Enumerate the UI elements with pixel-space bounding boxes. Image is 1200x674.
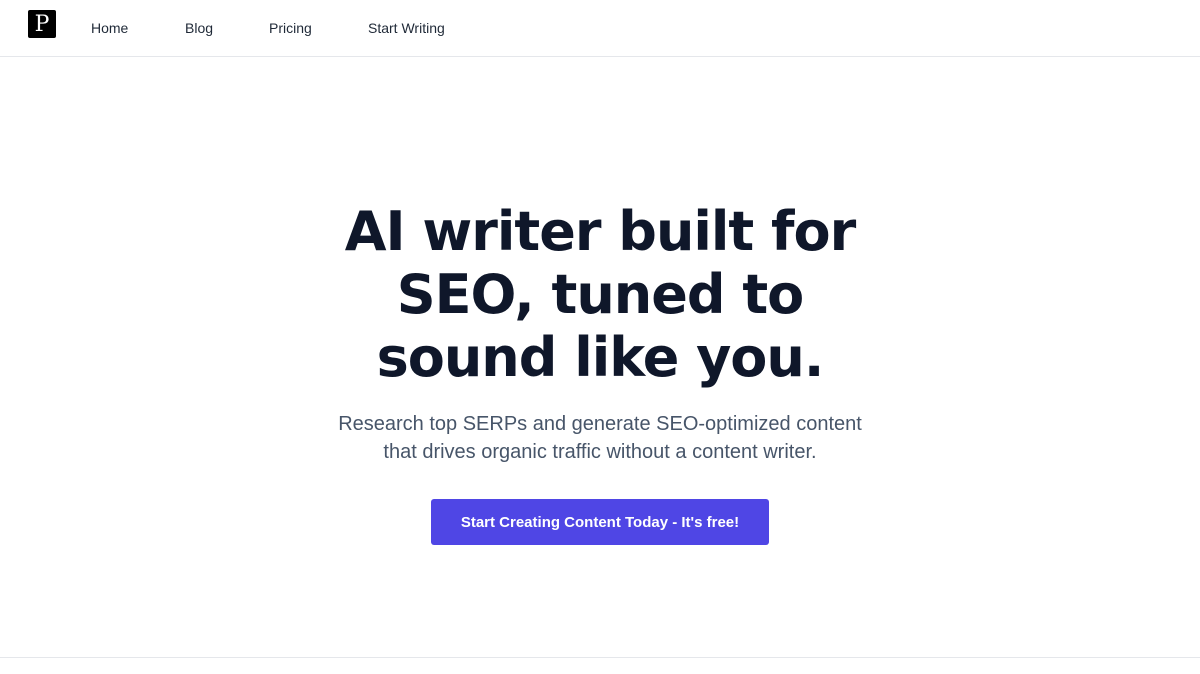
start-creating-content-button[interactable]: Start Creating Content Today - It's free… <box>431 499 769 545</box>
hero-title-line: AI writer built for <box>344 200 857 263</box>
hero-title: AI writer built for SEO, tuned to sound … <box>250 200 950 389</box>
hero-subtitle-line: Research top SERPs and generate SEO-opti… <box>338 413 862 435</box>
hero-title-line: SEO, tuned to <box>396 263 805 326</box>
hero-subtitle: Research top SERPs and generate SEO-opti… <box>300 410 900 466</box>
nav-blog-link[interactable]: Blog <box>185 19 213 37</box>
hero-subtitle-line: that drives organic traffic without a co… <box>383 441 817 463</box>
section-divider <box>0 657 1200 658</box>
logo[interactable]: P <box>28 10 56 38</box>
nav-pricing-link[interactable]: Pricing <box>269 19 312 37</box>
site-header: P Home Blog Pricing Start Writing <box>0 0 1200 57</box>
hero-title-line: sound like you. <box>376 326 825 389</box>
nav-home-link[interactable]: Home <box>91 19 128 37</box>
nav-start-writing-link[interactable]: Start Writing <box>368 19 445 37</box>
logo-letter: P <box>34 11 50 37</box>
page: P Home Blog Pricing Start Writing AI wri… <box>0 0 1200 674</box>
